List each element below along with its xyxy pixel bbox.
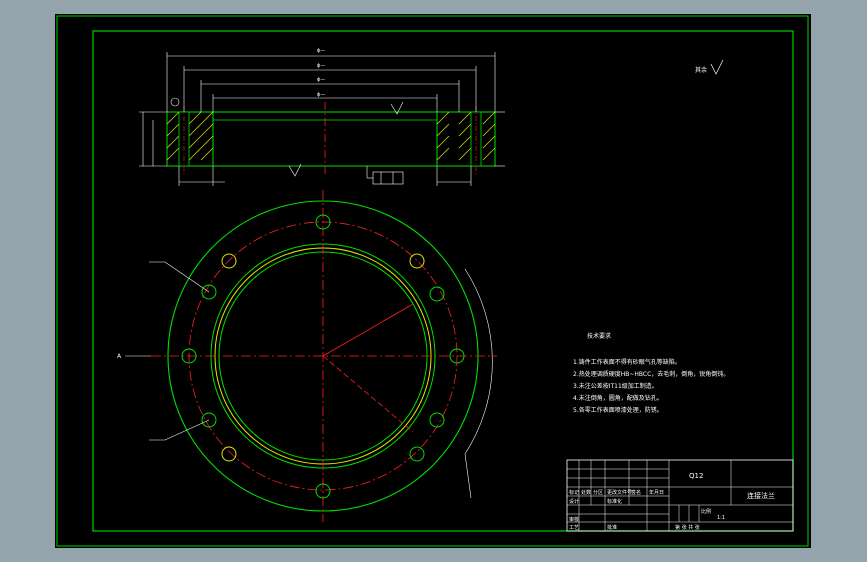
tb-label-review: 审核 — [569, 516, 579, 523]
dim-od: ϕ— — [317, 48, 325, 54]
section-view: ϕ— ϕ— ϕ— ϕ— — [139, 48, 505, 186]
plan-view: A — [117, 190, 497, 522]
tb-label-count: 处数 — [581, 489, 591, 496]
tb-label-doc: 更改文件号 — [607, 489, 632, 496]
tb-sheet-count: 第 张 共 张 — [675, 524, 700, 531]
tb-label-date: 年月日 — [649, 489, 664, 496]
tb-scale-value: 1:1 — [717, 515, 725, 521]
section-label-a: A — [117, 353, 122, 360]
cad-drawing: ϕ— ϕ— ϕ— ϕ— A 其余 技术要求 1.铸件工作表面不得有砂眼气孔等缺陷… — [56, 15, 809, 547]
surface-finish-note: 其余 — [695, 59, 724, 75]
tb-scale-label: 比例 — [701, 508, 711, 515]
tb-label-zone: 分区 — [593, 489, 603, 496]
inner-frame — [92, 30, 794, 532]
drawing-sheet: ϕ— ϕ— ϕ— ϕ— A 其余 技术要求 1.铸件工作表面不得有砂眼气孔等缺陷… — [55, 14, 811, 548]
dim-boss: ϕ— — [317, 77, 325, 83]
note-5: 5.各零工作表面喷漆处理，防锈。 — [573, 406, 663, 414]
tb-material: Q12 — [689, 472, 703, 480]
svg-text:其余: 其余 — [695, 66, 707, 74]
note-2: 2.热处理调质硬度HB~HBCC，去毛刺，倒角，锐角倒钝。 — [573, 370, 729, 378]
note-4: 4.未注倒角，圆角，配做及钻孔。 — [573, 394, 663, 402]
tb-label-design: 设计 — [569, 498, 579, 505]
tb-label-process: 工艺 — [569, 525, 579, 531]
tb-label-standard: 标准化 — [607, 498, 622, 505]
tb-label-mark: 标记 — [569, 489, 579, 496]
outer-frame — [56, 15, 809, 547]
dim-pcd: ϕ— — [317, 63, 325, 69]
technical-notes: 技术要求 1.铸件工作表面不得有砂眼气孔等缺陷。 2.热处理调质硬度HB~HBC… — [573, 332, 729, 414]
note-3: 3.未注公差按IT11级加工制造。 — [573, 382, 658, 390]
dim-bore: ϕ— — [317, 92, 325, 98]
tb-part-name: 连接法兰 — [747, 491, 775, 500]
note-1: 1.铸件工作表面不得有砂眼气孔等缺陷。 — [573, 358, 681, 366]
title-block: 标记 处数 分区 更改文件号 签名 年月日 设计 标准化 审核 工艺 批准 比例… — [566, 459, 794, 532]
tb-label-approve: 批准 — [607, 524, 617, 531]
notes-title: 技术要求 — [587, 332, 611, 340]
tb-label-sign: 签名 — [631, 489, 641, 496]
